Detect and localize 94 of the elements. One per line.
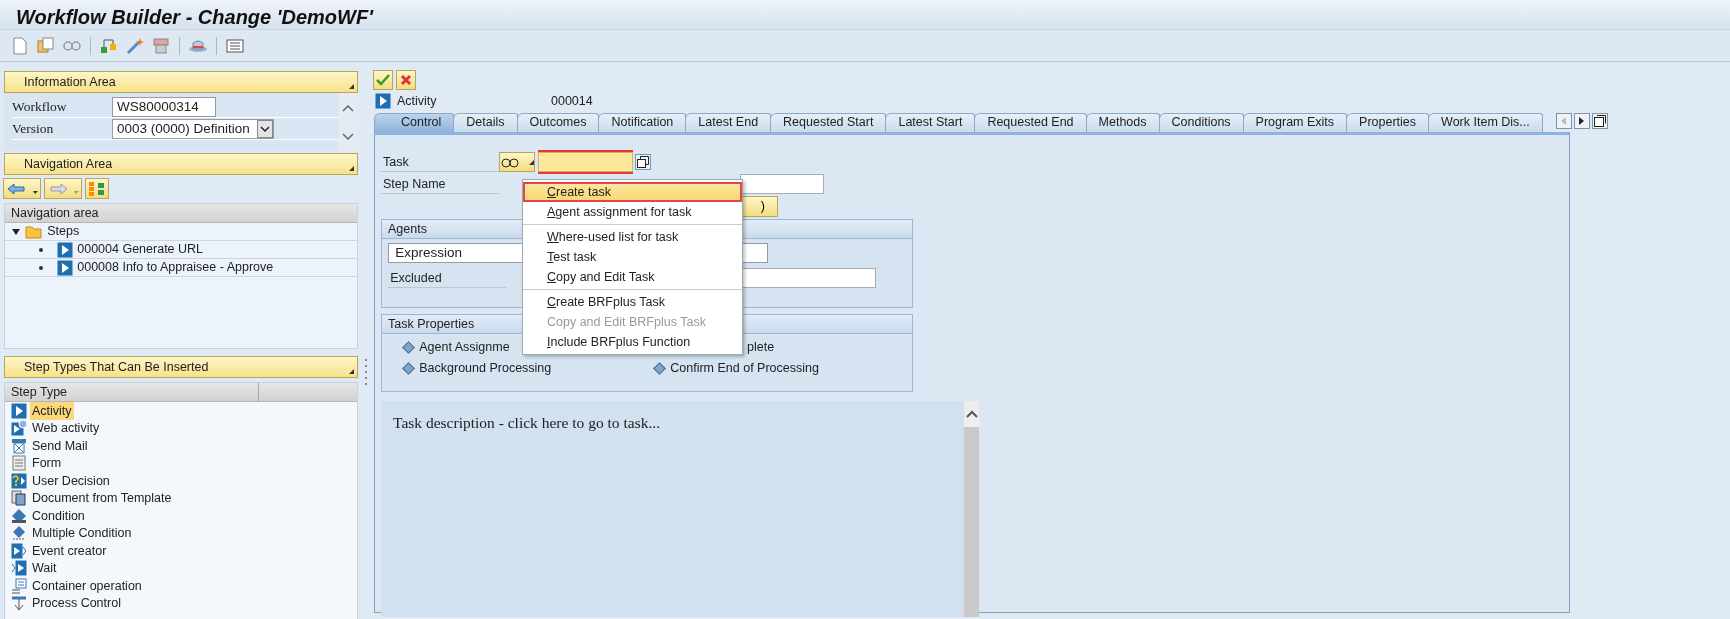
property-label: Agent Assignme — [419, 339, 510, 357]
tab[interactable]: Notification — [598, 113, 687, 132]
step-type-item[interactable]: Event creator — [30, 541, 109, 561]
field-label: Step Name — [381, 174, 499, 194]
bullet-icon — [39, 265, 43, 270]
play-icon — [57, 259, 74, 276]
tab[interactable]: Conditions — [1158, 113, 1244, 132]
globe-play-icon — [11, 420, 27, 437]
property-label: Confirm End of Processing — [670, 360, 819, 378]
resize-corner-icon[interactable] — [349, 84, 354, 89]
step-number: 000014 — [551, 92, 593, 110]
tab[interactable]: Properties — [1346, 113, 1430, 132]
tab[interactable]: Requested Start — [770, 113, 887, 132]
step-type-item[interactable]: Send Mail — [30, 436, 90, 456]
menu-item[interactable]: Test task — [523, 247, 742, 267]
scrollbar[interactable] — [963, 401, 979, 617]
play-icon — [11, 560, 27, 577]
step-type-item[interactable]: Wait — [30, 559, 59, 578]
glasses-icon[interactable] — [500, 156, 520, 168]
column-header: Step Type — [5, 382, 259, 402]
tab[interactable]: Details — [453, 113, 518, 132]
step-type-item[interactable]: Condition — [30, 506, 87, 526]
column-header: Navigation area — [5, 204, 357, 224]
tree-item[interactable]: 000008 Info to Appraisee - Approve — [77, 258, 274, 277]
step-type-item[interactable]: Multiple Condition — [30, 524, 134, 543]
field-label: Version — [12, 119, 55, 138]
step-type-label: Activity — [397, 92, 438, 110]
step-name-field[interactable] — [740, 174, 824, 194]
mail-icon — [11, 437, 27, 454]
scroll-up-icon[interactable] — [965, 410, 978, 418]
tab[interactable]: Outcomes — [516, 113, 600, 132]
dropdown-corner-icon[interactable] — [529, 159, 534, 165]
resize-corner-icon[interactable] — [349, 369, 354, 375]
tree-item[interactable]: 000004 Generate URL — [77, 240, 204, 259]
play-icon — [375, 93, 391, 109]
expanded-arrow-icon[interactable] — [11, 226, 22, 237]
property-label: Background Processing — [419, 360, 552, 378]
step-type-item[interactable]: Web activity — [30, 419, 102, 438]
field-label: Excluded — [388, 268, 507, 289]
section-header[interactable]: Information Area — [4, 71, 358, 93]
document-icon — [11, 490, 27, 507]
overview-button[interactable] — [85, 178, 110, 200]
play-icon — [11, 402, 27, 419]
tab[interactable]: Latest End — [685, 113, 772, 132]
branch-icon — [11, 595, 27, 612]
play-icon — [57, 241, 74, 258]
back-button[interactable] — [3, 178, 42, 200]
new-document-icon[interactable] — [10, 35, 30, 56]
list-icon — [11, 577, 27, 594]
dropdown-value: 0003 (0000) Definition — [117, 119, 251, 138]
diamond-icon — [11, 507, 27, 524]
step-type-item[interactable]: Form — [30, 454, 64, 473]
bullet-icon — [39, 247, 43, 252]
tab[interactable]: Requested End — [974, 113, 1087, 132]
tab[interactable]: Latest Start — [885, 113, 976, 132]
task-type-button[interactable] — [499, 152, 535, 172]
tab[interactable]: Work Item Dis... — [1428, 113, 1543, 132]
splitter-handle-icon[interactable] — [364, 359, 368, 386]
scroll-right-button[interactable] — [1574, 112, 1591, 129]
play-icon — [11, 542, 27, 559]
menu-item[interactable]: Create BRFplus Task — [523, 292, 742, 312]
task-description-link[interactable]: Task description - click here to go to task... — [381, 401, 963, 617]
menu-item[interactable]: Create task — [523, 182, 742, 202]
diamond-icon — [11, 525, 27, 542]
chevron-down-icon[interactable] — [257, 119, 273, 138]
scroll-up-icon[interactable] — [340, 102, 355, 113]
scroll-down-icon[interactable] — [340, 131, 355, 142]
step-type-item[interactable]: User Decision — [30, 471, 112, 491]
section-header[interactable]: Navigation Area — [4, 153, 358, 175]
step-type-item[interactable]: Container operation — [30, 576, 144, 596]
resize-corner-icon[interactable] — [349, 166, 354, 171]
tab[interactable]: Program Exits — [1242, 113, 1348, 132]
header-title: Information Area — [24, 73, 116, 91]
property-label: plete — [747, 339, 775, 357]
tab[interactable]: Methods — [1085, 113, 1160, 132]
step-type-item[interactable]: Process Control — [30, 594, 123, 613]
field-label: Workflow — [12, 97, 68, 116]
version-dropdown[interactable]: 0003 (0000) Definition — [112, 118, 274, 139]
section-header[interactable]: Step Types That Can Be Inserted — [4, 356, 358, 379]
forward-button[interactable] — [44, 178, 83, 200]
tab[interactable]: Control — [374, 113, 455, 132]
tree-item[interactable]: Steps — [47, 222, 80, 241]
form-icon — [11, 455, 27, 472]
header-title: Navigation Area — [24, 155, 113, 173]
menu-item[interactable]: Copy and Edit Task — [523, 267, 742, 287]
printer-icon[interactable] — [151, 35, 171, 56]
task-field[interactable] — [538, 152, 633, 172]
workflow-field[interactable]: WS80000314 — [112, 96, 216, 117]
question-icon — [11, 472, 27, 489]
step-type-item[interactable]: Document from Template — [30, 489, 174, 508]
triangle-right-icon[interactable] — [1579, 116, 1586, 125]
window-title: Workflow Builder - Change 'DemoWF' — [0, 0, 1730, 30]
menu-item[interactable]: Include BRFplus Function — [523, 332, 742, 352]
header-title: Step Types That Can Be Inserted — [24, 358, 209, 376]
